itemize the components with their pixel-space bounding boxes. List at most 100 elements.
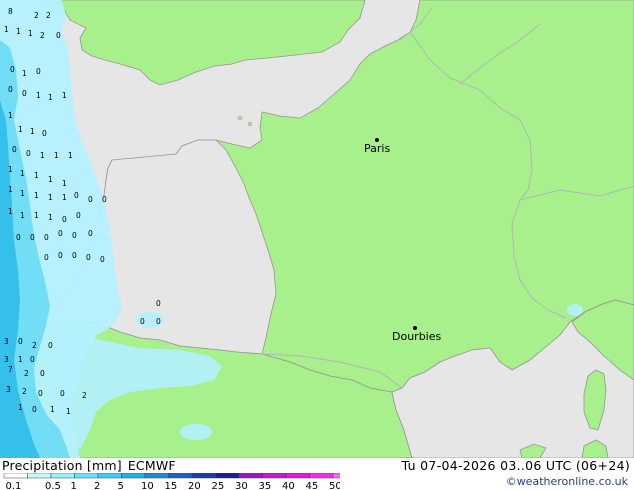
legend-swatch: [168, 473, 193, 479]
credit-link[interactable]: ©weatheronline.co.uk: [506, 475, 628, 488]
rain-value: 1: [48, 193, 53, 202]
rain-value: 0: [10, 65, 15, 74]
rain-value: 1: [20, 169, 25, 178]
legend-tick: 45: [306, 481, 319, 490]
rain-value: 1: [18, 125, 23, 134]
rain-value: 0: [156, 317, 161, 326]
legend-tick: 0.1: [6, 481, 22, 490]
rain-value: 2: [22, 387, 27, 396]
rain-value: 0: [40, 369, 45, 378]
rain-value: 1: [62, 193, 67, 202]
rain-value: 0: [16, 233, 21, 242]
rain-value: 3: [4, 355, 9, 364]
rain-value: 0: [44, 233, 49, 242]
rain-value: 1: [34, 171, 39, 180]
rain-value: 0: [12, 145, 17, 154]
rain-value: 0: [8, 85, 13, 94]
legend-swatch: [238, 473, 263, 479]
rain-value: 1: [4, 25, 9, 34]
rain-value: 0: [44, 253, 49, 262]
rain-value: 2: [82, 391, 87, 400]
rain-value: 0: [36, 67, 41, 76]
rain-value: 1: [20, 211, 25, 220]
rain-value: 0: [22, 89, 27, 98]
map-title: Precipitation [mm] ECMWF: [2, 458, 182, 473]
rain-value: 0: [72, 231, 77, 240]
rain-value: 0: [56, 31, 61, 40]
rain-value: 1: [48, 175, 53, 184]
rain-value: 0: [86, 253, 91, 262]
legend-tick: 5: [118, 481, 124, 490]
rain-value: 1: [16, 27, 21, 36]
rain-value: 0: [62, 215, 67, 224]
rain-value: 0: [88, 195, 93, 204]
legend-swatch: [50, 473, 75, 479]
rain-value: 0: [156, 299, 161, 308]
rain-value: 1: [8, 165, 13, 174]
rain-value: 0: [58, 251, 63, 260]
rain-value: 2: [40, 31, 45, 40]
legend-tick: 1: [71, 481, 77, 490]
legend-swatch: [262, 473, 287, 479]
legend-swatch: [191, 473, 216, 479]
rain-value: 0: [88, 229, 93, 238]
legend-swatch: [332, 473, 340, 479]
legend-tick: 20: [188, 481, 201, 490]
rain-value: 0: [72, 251, 77, 260]
legend-swatch: [309, 473, 334, 479]
legend-tick: 30: [235, 481, 248, 490]
legend-tick: 35: [259, 481, 272, 490]
rain-value: 1: [36, 91, 41, 100]
rain-value: 0: [30, 233, 35, 242]
rain-value: 0: [102, 195, 107, 204]
rain-value: 8: [8, 7, 13, 16]
legend-swatch: [3, 473, 28, 479]
rain-value: 0: [74, 191, 79, 200]
legend-tick: 15: [165, 481, 178, 490]
rain-value: 2: [24, 369, 29, 378]
rain-value: 2: [46, 11, 51, 20]
rain-value: 1: [8, 207, 13, 216]
city-label-paris: Paris: [364, 142, 390, 155]
rain-value: 0: [26, 149, 31, 158]
rain-value: 0: [18, 337, 23, 346]
rain-value: 3: [4, 337, 9, 346]
rain-value: 1: [30, 127, 35, 136]
legend-swatch: [74, 473, 99, 479]
legend-swatch: [285, 473, 310, 479]
legend-tick: 50: [329, 481, 340, 490]
channel-island: [237, 115, 243, 121]
legend-swatch: [121, 473, 146, 479]
rain-value: 1: [40, 151, 45, 160]
rain-value: 0: [48, 341, 53, 350]
rain-cell: [180, 424, 212, 440]
rain-value: 1: [62, 179, 67, 188]
channel-island: [248, 122, 252, 126]
rain-value: 1: [22, 69, 27, 78]
color-legend: 0.1 0.5 1 2 5 10 15 20 25 30 35 40 45 50: [3, 473, 340, 490]
rain-value: 1: [48, 93, 53, 102]
legend-swatch: [97, 473, 122, 479]
rain-value: 1: [8, 185, 13, 194]
rain-value: 7: [8, 365, 13, 374]
rain-value: 1: [62, 91, 67, 100]
rain-value: 1: [48, 213, 53, 222]
rain-value: 0: [76, 211, 81, 220]
rain-value: 1: [66, 407, 71, 416]
rain-value: 0: [38, 389, 43, 398]
legend-tick: 0.5: [45, 481, 61, 490]
city-label-dourbies: Dourbies: [392, 330, 442, 343]
rain-value: 1: [68, 151, 73, 160]
rain-value: 0: [140, 317, 145, 326]
rain-value: 1: [18, 403, 23, 412]
rain-value: 3: [6, 385, 11, 394]
rain-value: 1: [34, 211, 39, 220]
legend-footer: Precipitation [mm] ECMWF Tu 07-04-2026 03…: [0, 458, 634, 490]
rain-value: 1: [50, 405, 55, 414]
precipitation-map: 8 2 21 1 1 2 00 1 00 0 1 1 111 1 00 0 1 1 11 1 1 1 11 1 1 1 11 1 1 1 0…: [0, 0, 634, 458]
legend-swatch: [27, 473, 52, 479]
rain-value: 1: [18, 355, 23, 364]
rain-value: 2: [34, 11, 39, 20]
legend-tick: 25: [212, 481, 225, 490]
rain-value: 1: [54, 151, 59, 160]
